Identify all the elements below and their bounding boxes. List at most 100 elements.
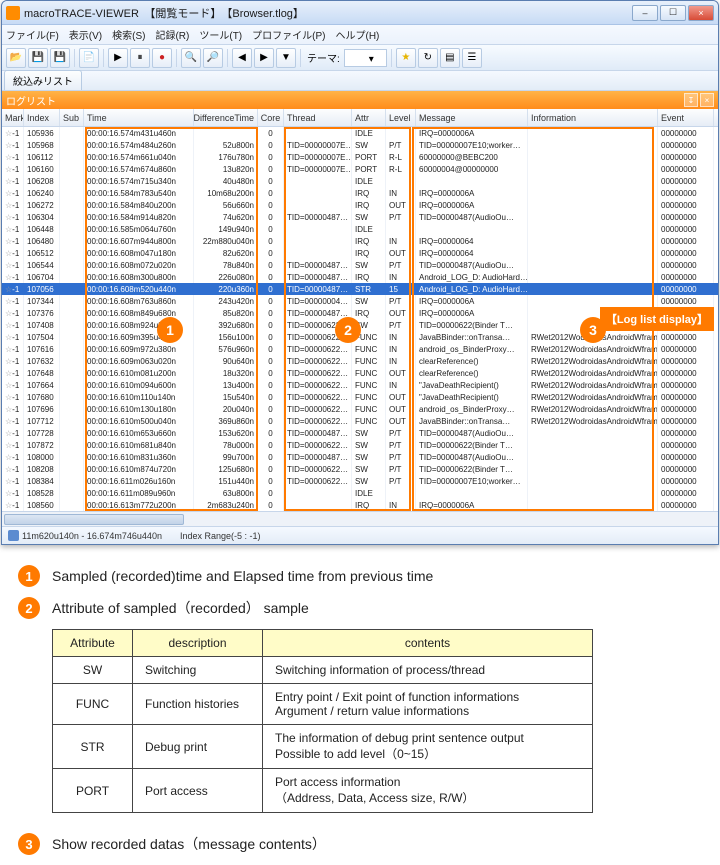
maximize-button[interactable]: ☐ — [660, 5, 686, 21]
status-index-range: Index Range(-5 : -1) — [180, 531, 261, 541]
menu-record[interactable]: 記録(R) — [155, 27, 189, 42]
menubar: ファイル(F) 表示(V) 検索(S) 記録(R) ツール(T) プロファイル(… — [2, 25, 718, 45]
table-row[interactable]: ☆ -110620800:00:16.574m715u340n40u480n0I… — [2, 175, 718, 187]
save-icon[interactable]: 💾 — [28, 48, 48, 68]
find-icon[interactable]: 🔍 — [181, 48, 201, 68]
menu-file[interactable]: ファイル(F) — [6, 27, 59, 42]
attribute-table: Attribute description contents SWSwitchi… — [52, 629, 593, 813]
col-diff[interactable]: DifferenceTime — [194, 109, 258, 126]
find-next-icon[interactable]: 🔎 — [203, 48, 223, 68]
col-information[interactable]: Information — [528, 109, 658, 126]
table-row[interactable]: ☆ -110670400:00:16.608m300u800n226u080n0… — [2, 271, 718, 283]
panel-pin-icon[interactable]: ↧ — [684, 93, 698, 107]
col-core[interactable]: Core — [258, 109, 284, 126]
table-row[interactable]: ☆ -110624000:00:16.584m783u540n10m68u200… — [2, 187, 718, 199]
table-row[interactable]: ☆ -110593600:00:16.574m431u460n0IDLEIRQ=… — [2, 127, 718, 139]
col-level[interactable]: Level — [386, 109, 416, 126]
table-row[interactable]: ☆ -110630400:00:16.584m914u820n74u620n0T… — [2, 211, 718, 223]
table-row[interactable]: ☆ -110800000:00:16.610m831u360n99u700n0T… — [2, 451, 718, 463]
record-icon[interactable]: ● — [152, 48, 172, 68]
table-row[interactable]: ☆ -110705600:00:16.608m520u440n220u360n0… — [2, 283, 718, 295]
menu-view[interactable]: 表示(V) — [69, 27, 102, 42]
attr-th-contents: contents — [263, 630, 593, 657]
attr-row: FUNCFunction historiesEntry point / Exit… — [53, 684, 593, 725]
legend-text-3: Show recorded datas（message contents） — [52, 834, 326, 854]
page-icon[interactable]: 📄 — [79, 48, 99, 68]
panel-title: ログリスト — [6, 93, 56, 108]
attr-row: STRDebug printThe information of debug p… — [53, 725, 593, 769]
table-row[interactable]: ☆ -110648000:00:16.607m944u800n22m880u04… — [2, 235, 718, 247]
col-thread[interactable]: Thread — [284, 109, 352, 126]
table-row[interactable]: ☆ -110651200:00:16.608m047u180n82u620n0I… — [2, 247, 718, 259]
table-row[interactable]: ☆ -110644800:00:16.585m064u760n149u940n0… — [2, 223, 718, 235]
filter-icon[interactable]: ▤ — [440, 48, 460, 68]
arrow-down-icon[interactable]: ▼ — [276, 48, 296, 68]
star-icon[interactable]: ★ — [396, 48, 416, 68]
table-row[interactable]: ☆ -110763200:00:16.609m063u020n90u640n0T… — [2, 355, 718, 367]
table-row[interactable]: ☆ -110856000:00:16.613m772u200n2m683u240… — [2, 499, 718, 511]
status-time-range: 11m620u140n - 16.674m746u440n — [22, 531, 162, 541]
legend-text-2: Attribute of sampled（recorded） sample — [52, 598, 309, 618]
col-event[interactable]: Event — [658, 109, 714, 126]
table-row[interactable]: ☆ -110734400:00:16.608m763u860n243u420n0… — [2, 295, 718, 307]
menu-help[interactable]: ヘルプ(H) — [335, 27, 379, 42]
table-row[interactable]: ☆ -110769600:00:16.610m130u180n20u040n0T… — [2, 403, 718, 415]
toolbar: 📂 💾 💾 📄 ▶ ⏸ ● 🔍 🔎 ◀ ▶ ▼ テーマ: ▾ ★ ↻ ▤ ☰ — [2, 45, 718, 71]
col-attr[interactable]: Attr — [352, 109, 386, 126]
grid-header: Mark Index Sub Time DifferenceTime Core … — [2, 109, 718, 127]
table-row[interactable]: ☆ -110764800:00:16.610m081u200n18u320n0T… — [2, 367, 718, 379]
callout-badge-1: 1 — [157, 317, 183, 343]
table-row[interactable]: ☆ -110771200:00:16.610m500u040n369u860n0… — [2, 415, 718, 427]
table-row[interactable]: ☆ -110616000:00:16.574m674u860n13u820n0T… — [2, 163, 718, 175]
scrollbar-thumb[interactable] — [4, 514, 184, 525]
theme-label: テーマ: — [307, 50, 340, 65]
arrow-right-icon[interactable]: ▶ — [254, 48, 274, 68]
table-row[interactable]: ☆ -110787200:00:16.610m681u840n78u000n0T… — [2, 439, 718, 451]
table-row[interactable]: ☆ -110761600:00:16.609m972u380n576u960n0… — [2, 343, 718, 355]
list-icon[interactable]: ☰ — [462, 48, 482, 68]
titlebar[interactable]: macroTRACE-VIEWER 【閲覧モード】 【Browser.tlog】… — [2, 1, 718, 25]
statusbar: 11m620u140n - 16.674m746u440n Index Rang… — [2, 526, 718, 544]
panel-close-icon[interactable]: × — [700, 93, 714, 107]
legend-text-1: Sampled (recorded)time and Elapsed time … — [52, 568, 433, 584]
arrow-left-icon[interactable]: ◀ — [232, 48, 252, 68]
play-icon[interactable]: ▶ — [108, 48, 128, 68]
app-icon — [6, 6, 20, 20]
table-row[interactable]: ☆ -110772800:00:16.610m653u660n153u620n0… — [2, 427, 718, 439]
table-row[interactable]: ☆ -110611200:00:16.574m661u040n176u780n0… — [2, 151, 718, 163]
window-title: macroTRACE-VIEWER 【閲覧モード】 【Browser.tlog】 — [24, 5, 632, 21]
col-index[interactable]: Index — [24, 109, 60, 126]
menu-tool[interactable]: ツール(T) — [199, 27, 242, 42]
table-row[interactable]: ☆ -110596800:00:16.574m484u260n52u800n0T… — [2, 139, 718, 151]
legend-badge-1: 1 — [18, 565, 40, 587]
table-row[interactable]: ☆ -110654400:00:16.608m072u020n78u840n0T… — [2, 259, 718, 271]
tab-strip: 絞込みリスト — [2, 71, 718, 91]
horizontal-scrollbar[interactable] — [2, 511, 718, 526]
table-row[interactable]: ☆ -110766400:00:16.610m094u600n13u400n0T… — [2, 379, 718, 391]
close-button[interactable]: × — [688, 5, 714, 21]
tab-narrow-list[interactable]: 絞込みリスト — [4, 70, 82, 90]
col-message[interactable]: Message — [416, 109, 528, 126]
minimize-button[interactable]: – — [632, 5, 658, 21]
col-time[interactable]: Time — [84, 109, 194, 126]
col-mark[interactable]: Mark — [2, 109, 24, 126]
folder-open-icon[interactable]: 📂 — [6, 48, 26, 68]
legend-badge-3: 3 — [18, 833, 40, 855]
table-row[interactable]: ☆ -110768000:00:16.610m110u140n15u540n0T… — [2, 391, 718, 403]
table-row[interactable]: ☆ -110838400:00:16.611m026u160n151u440n0… — [2, 475, 718, 487]
table-row[interactable]: ☆ -110852800:00:16.611m089u960n63u800n0I… — [2, 487, 718, 499]
theme-dropdown[interactable]: ▾ — [344, 49, 387, 67]
col-sub[interactable]: Sub — [60, 109, 84, 126]
callout-label: 【Log list display】 — [600, 307, 714, 331]
table-row[interactable]: ☆ -110820800:00:16.610m874u720n125u680n0… — [2, 463, 718, 475]
menu-profile[interactable]: プロファイル(P) — [252, 27, 325, 42]
pause-icon[interactable]: ⏸ — [130, 48, 150, 68]
attr-row: PORTPort accessPort access information（A… — [53, 769, 593, 813]
attr-row: SWSwitchingSwitching information of proc… — [53, 657, 593, 684]
attr-th-description: description — [133, 630, 263, 657]
refresh-icon[interactable]: ↻ — [418, 48, 438, 68]
menu-search[interactable]: 検索(S) — [112, 27, 145, 42]
log-grid: Mark Index Sub Time DifferenceTime Core … — [2, 109, 718, 526]
save-all-icon[interactable]: 💾 — [50, 48, 70, 68]
table-row[interactable]: ☆ -110627200:00:16.584m840u200n56u660n0I… — [2, 199, 718, 211]
